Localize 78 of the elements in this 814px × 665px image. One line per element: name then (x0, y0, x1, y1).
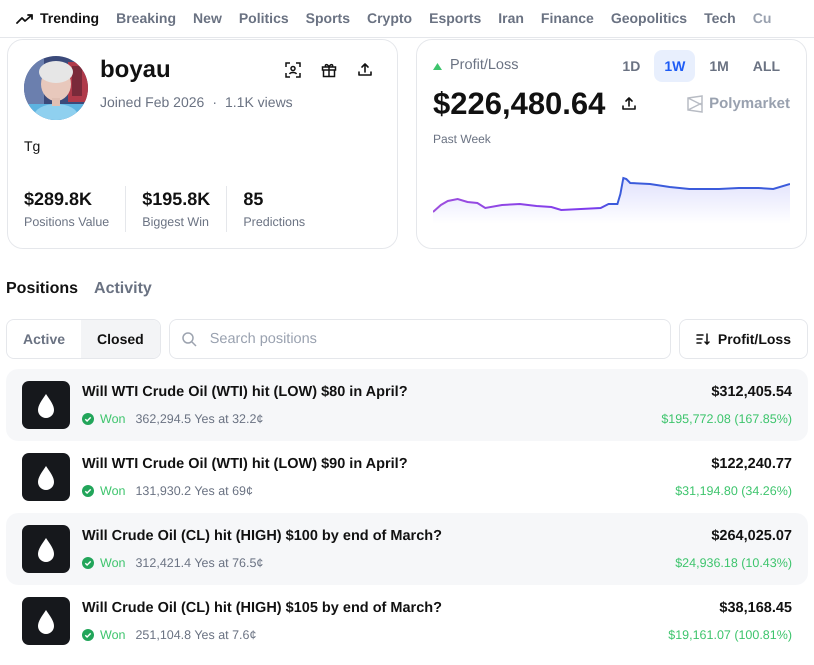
share-icon[interactable] (357, 62, 373, 78)
bio-text: Tg (24, 137, 42, 156)
status-text: Won (100, 626, 126, 644)
category-tab[interactable]: Esports (429, 8, 482, 29)
up-triangle-icon (433, 62, 442, 70)
profit-value: $19,161.07 (100.81%) (668, 626, 792, 644)
position-value: $264,025.07 (711, 526, 792, 546)
status-text: Won (100, 482, 126, 500)
profit-value: $195,772.08 (167.85%) (661, 410, 792, 428)
shares-detail: 362,294.5 Yes at 32.2¢ (135, 410, 264, 428)
category-tab[interactable]: Geopolitics (610, 8, 688, 29)
stat-label: Positions Value (24, 214, 110, 232)
trending-icon (16, 12, 34, 24)
oil-drop-icon (22, 453, 70, 501)
range-tab[interactable]: ALL (742, 50, 790, 82)
market-title[interactable]: Will Crude Oil (CL) hit (HIGH) $100 by end of March? (82, 526, 664, 548)
category-tab[interactable]: Finance (540, 8, 594, 29)
section-tab[interactable]: Activity (94, 277, 152, 301)
check-circle-icon (82, 556, 94, 569)
sort-button[interactable]: Profit/Loss (678, 319, 808, 359)
stat-value: 85 (243, 188, 264, 212)
sort-icon (696, 333, 710, 345)
check-circle-icon (82, 484, 94, 497)
category-tab[interactable]: Breaking (116, 8, 176, 29)
section-tab[interactable]: Positions (6, 277, 78, 301)
shares-detail: 251,104.8 Yes at 7.6¢ (135, 626, 256, 644)
view-count: 1.1K views (224, 93, 293, 112)
stat-value: $289.8K (24, 188, 94, 212)
position-row[interactable]: Will WTI Crude Oil (WTI) hit (LOW) $90 in April? Won 131,930.2 Yes at 69¢ $122,240.77 $31,194.80 (34.26%) (6, 441, 808, 513)
market-title[interactable]: Will WTI Crude Oil (WTI) hit (LOW) $80 in April? (82, 382, 650, 404)
profit-loss-label: Profit/Loss (450, 56, 518, 76)
category-tab[interactable]: Iran (498, 8, 524, 29)
oil-drop-icon (22, 597, 70, 645)
range-tab[interactable]: 1M (699, 50, 739, 82)
position-row[interactable]: Will WTI Crude Oil (WTI) hit (LOW) $80 in April? Won 362,294.5 Yes at 32.2¢ $312,405.54 $195,772.08 (167.85%) (6, 369, 808, 441)
oil-drop-icon (22, 525, 70, 573)
category-tab[interactable]: Sports (306, 8, 350, 29)
position-value: $38,168.45 (719, 598, 792, 618)
category-tab[interactable]: Tech (704, 8, 736, 29)
position-row[interactable]: Will Crude Oil (CL) hit (HIGH) $105 by end of March? Won 251,104.8 Yes at 7.6¢ $38,168.45 $19,161.07 (100.81%) (6, 585, 808, 657)
check-circle-icon (82, 628, 94, 641)
category-tab[interactable]: Crypto (366, 8, 412, 29)
stat-label: Biggest Win (142, 214, 210, 232)
search-icon (180, 331, 197, 347)
profit-amount: $226,480.64 (433, 86, 606, 122)
brand-name: Polymarket (709, 94, 790, 114)
category-tab[interactable]: Trending (16, 8, 100, 29)
stat-value: $195.8K (142, 188, 210, 212)
filter-tab[interactable]: Active (7, 320, 82, 358)
separator-dot: · (212, 93, 217, 112)
range-tab[interactable]: 1D (612, 50, 650, 82)
status-text: Won (100, 554, 126, 572)
position-value: $312,405.54 (711, 382, 792, 402)
category-tab[interactable]: Cu (752, 8, 772, 29)
stat-label: Predictions (243, 214, 306, 232)
share-icon[interactable] (621, 96, 638, 112)
position-value: $122,240.77 (711, 454, 792, 474)
joined-date: Joined Feb 2026 (100, 93, 204, 112)
oil-drop-icon (22, 381, 70, 429)
check-circle-icon (82, 412, 94, 425)
status-text: Won (100, 410, 126, 428)
position-row[interactable]: Will Crude Oil (CL) hit (HIGH) $100 by end of March? Won 312,421.4 Yes at 76.5¢ $264,025.07 $24,936.18 (10.43%) (6, 513, 808, 585)
gift-icon[interactable] (321, 62, 337, 78)
logo-icon (687, 95, 704, 113)
category-tab[interactable]: New (193, 8, 222, 29)
search-field[interactable]: Search positions (168, 319, 671, 359)
market-title[interactable]: Will WTI Crude Oil (WTI) hit (LOW) $90 in April? (82, 454, 664, 476)
range-tab[interactable]: 1W (654, 50, 696, 82)
shares-detail: 131,930.2 Yes at 69¢ (135, 482, 253, 500)
profit-value: $31,194.80 (34.26%) (675, 482, 792, 500)
scan-icon[interactable] (285, 62, 301, 78)
shares-detail: 312,421.4 Yes at 76.5¢ (135, 554, 264, 572)
profit-value: $24,936.18 (10.43%) (675, 554, 792, 572)
filter-tab[interactable]: Closed (81, 320, 160, 358)
category-tab[interactable]: Politics (238, 8, 289, 29)
username: boyau (100, 56, 171, 84)
market-title[interactable]: Will Crude Oil (CL) hit (HIGH) $105 by end of March? (82, 598, 656, 620)
period-label: Past Week (433, 131, 492, 148)
